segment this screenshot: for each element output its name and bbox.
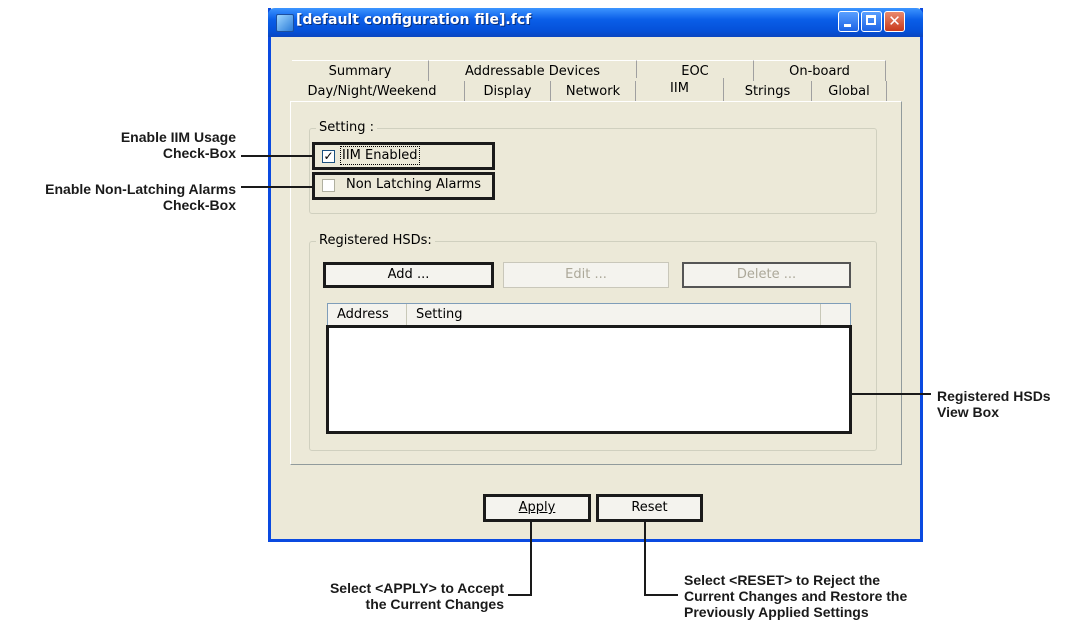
apply-button[interactable]: Apply [483, 494, 591, 522]
column-filler [821, 304, 850, 326]
annotation-apply-line2: the Current Changes [365, 596, 504, 612]
column-setting[interactable]: Setting [407, 304, 821, 326]
annotation-hsd-view-line1: Registered HSDs [937, 388, 1051, 404]
tab-addressable-devices[interactable]: Addressable Devices [429, 60, 637, 81]
iim-enabled-label[interactable]: IIM Enabled [340, 146, 420, 165]
add-button-label: Add ... [387, 267, 430, 282]
tab-strings[interactable]: Strings [724, 81, 812, 102]
annotation-apply: Select <APPLY> to Accept the Current Cha… [330, 580, 504, 612]
tab-global[interactable]: Global [812, 81, 887, 102]
annotation-iim-usage-line1: Enable IIM Usage [120, 129, 236, 145]
registered-hsds-legend: Registered HSDs: [316, 233, 435, 248]
maximize-button[interactable] [861, 11, 882, 32]
annotation-reset: Select <RESET> to Reject the Current Cha… [684, 572, 907, 620]
annotation-hsd-view-line2: View Box [937, 404, 999, 420]
maximize-icon [866, 15, 876, 25]
minimize-icon [844, 24, 851, 27]
iim-enabled-checkbox[interactable]: ✓ [322, 150, 335, 163]
add-button[interactable]: Add ... [323, 262, 494, 288]
callout-line-hsd-view [851, 393, 931, 395]
annotation-iim-usage: Enable IIM Usage Check-Box [121, 129, 236, 161]
setting-group [309, 128, 877, 214]
annotation-reset-line1: Select <RESET> to Reject the [684, 572, 881, 588]
tab-summary[interactable]: Summary [292, 60, 429, 81]
callout-line-non-latching [241, 186, 313, 188]
callout-line-iim-usage [241, 155, 313, 157]
callout-line-reset-v [644, 522, 646, 596]
hsd-list-highlight [326, 325, 852, 434]
callout-line-apply-v [530, 522, 532, 596]
tab-day-night-weekend[interactable]: Day/Night/Weekend [280, 81, 465, 102]
annotation-non-latching-line2: Check-Box [162, 197, 236, 213]
annotation-iim-usage-line2: Check-Box [162, 145, 236, 161]
window-title: [default configuration file].fcf [296, 12, 532, 28]
callout-line-apply-h [508, 594, 532, 596]
annotation-hsd-view: Registered HSDs View Box [937, 388, 1051, 420]
close-icon: ✕ [888, 12, 901, 30]
setting-legend: Setting : [316, 120, 378, 135]
close-button[interactable]: ✕ [884, 11, 905, 32]
callout-line-reset-h [644, 594, 678, 596]
non-latching-label[interactable]: Non Latching Alarms [346, 177, 481, 192]
annotation-apply-line1: Select <APPLY> to Accept [329, 580, 504, 596]
tab-network[interactable]: Network [551, 81, 636, 102]
minimize-button[interactable] [838, 11, 859, 32]
reset-button[interactable]: Reset [596, 494, 703, 522]
annotation-reset-line3: Previously Applied Settings [684, 604, 869, 620]
delete-button[interactable]: Delete ... [682, 262, 851, 288]
edit-button[interactable]: Edit ... [503, 262, 669, 288]
annotation-non-latching: Enable Non-Latching Alarms Check-Box [45, 181, 236, 213]
column-address[interactable]: Address [328, 304, 407, 326]
hsd-list-header: Address Setting [328, 304, 850, 327]
apply-button-label: Apply [518, 500, 556, 515]
annotation-non-latching-line1: Enable Non-Latching Alarms [45, 181, 236, 197]
tab-on-board[interactable]: On-board [754, 60, 886, 81]
edit-button-label: Edit ... [565, 267, 607, 282]
reset-button-label: Reset [631, 500, 668, 515]
delete-button-label: Delete ... [736, 267, 797, 282]
non-latching-checkbox[interactable] [322, 179, 335, 192]
tab-iim[interactable]: IIM [636, 78, 724, 102]
app-icon [276, 14, 294, 32]
tab-display[interactable]: Display [465, 81, 551, 102]
annotation-reset-line2: Current Changes and Restore the [684, 588, 908, 604]
